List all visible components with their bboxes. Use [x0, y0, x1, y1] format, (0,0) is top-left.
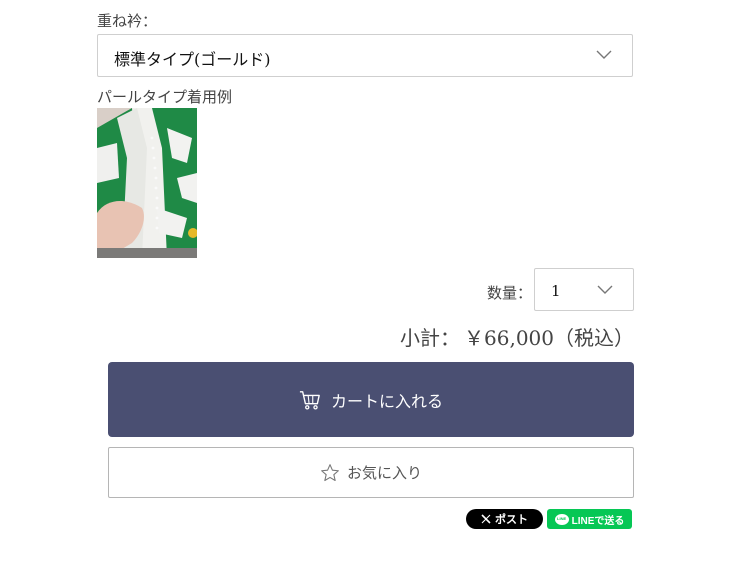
add-to-cart-label: カートに入れる — [330, 393, 443, 411]
subtotal-label: 小計： — [400, 326, 461, 350]
example-photo — [97, 108, 197, 258]
star-icon — [321, 463, 339, 481]
x-post-label: ポスト — [495, 514, 528, 526]
x-post-button[interactable]: ポスト — [466, 509, 543, 529]
line-share-label: LINEで送る — [571, 515, 625, 527]
quantity-select[interactable]: 1 — [534, 268, 634, 311]
chevron-down-icon — [597, 285, 613, 294]
line-share-button[interactable]: LINE LINEで送る — [547, 509, 632, 529]
subtotal-value: ￥66,000（税込） — [464, 326, 634, 350]
cart-icon — [299, 390, 320, 410]
option-select-value: 標準タイプ(ゴールド) — [114, 50, 271, 69]
option-label: 重ね衿： — [97, 12, 158, 30]
favorite-button[interactable]: お気に入り — [108, 447, 634, 498]
line-logo-icon: LINE — [554, 513, 569, 525]
add-to-cart-button[interactable]: カートに入れる — [108, 362, 634, 437]
example-label: パールタイプ着用例 — [97, 88, 233, 106]
chevron-down-icon — [596, 50, 612, 59]
subtotal: 小計： ￥66,000（税込） — [396, 322, 634, 351]
option-select[interactable]: 標準タイプ(ゴールド) — [97, 34, 633, 77]
quantity-value: 1 — [551, 282, 561, 300]
quantity-label: 数量： — [487, 284, 533, 302]
favorite-label: お気に入り — [346, 465, 422, 482]
x-logo-icon — [481, 514, 491, 524]
